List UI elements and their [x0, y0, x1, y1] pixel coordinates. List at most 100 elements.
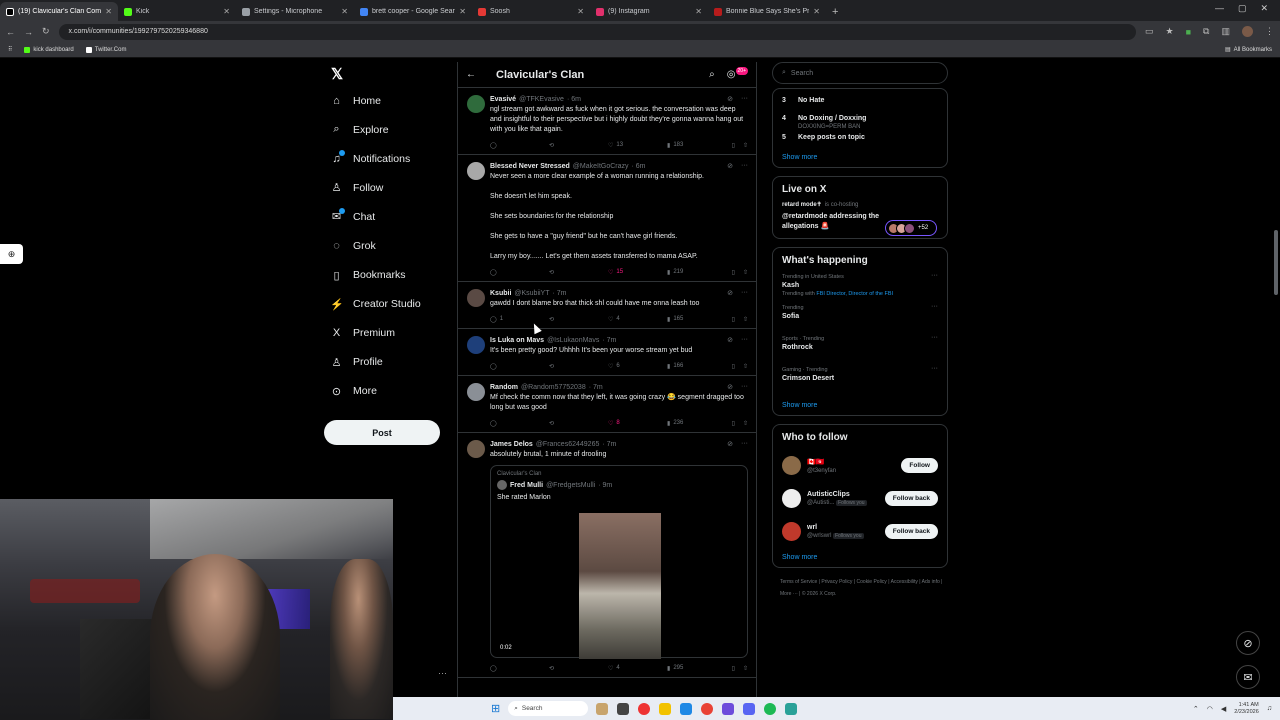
- nav-item-premium[interactable]: X Premium: [322, 319, 446, 348]
- community-rule[interactable]: 3 No Hate: [782, 93, 938, 111]
- more-options-icon[interactable]: ···: [741, 289, 748, 297]
- nav-item-explore[interactable]: ⌕ Explore: [322, 115, 446, 144]
- search-input[interactable]: ⌕ Search: [772, 62, 948, 84]
- views-icon[interactable]: ▮ 236: [667, 420, 727, 427]
- tab-close-icon[interactable]: ✕: [695, 7, 702, 16]
- repost-icon[interactable]: ⟲: [549, 363, 608, 370]
- tweet-avatar[interactable]: [467, 162, 485, 180]
- views-icon[interactable]: ▮ 166: [667, 363, 727, 370]
- reply-icon[interactable]: ◯: [490, 665, 549, 672]
- tab-close-icon[interactable]: ✕: [813, 7, 820, 16]
- trend-item[interactable]: Gaming · Trending Crimson Desert ···: [782, 365, 938, 396]
- like-icon[interactable]: ♡ 8: [608, 420, 667, 427]
- forward-icon[interactable]: →: [24, 27, 33, 37]
- views-icon[interactable]: ▮ 165: [667, 316, 727, 323]
- browser-profile-avatar[interactable]: [1242, 26, 1253, 37]
- repost-icon[interactable]: ⟲: [549, 316, 608, 323]
- trend-more-icon[interactable]: ···: [931, 365, 938, 372]
- footer-link[interactable]: Ads info: [922, 579, 940, 585]
- share-icon[interactable]: ⇧: [743, 363, 748, 370]
- bookmark-icon[interactable]: ▯: [732, 142, 735, 149]
- views-icon[interactable]: ▮ 295: [667, 665, 727, 672]
- tweet-handle[interactable]: @IsLukaonMavs: [547, 337, 599, 344]
- live-stream-title[interactable]: @retardmode addressing the allegations 🚨: [782, 212, 882, 232]
- taskbar-search[interactable]: ⌕ Search: [508, 701, 589, 716]
- extension-icon[interactable]: ■: [1186, 27, 1191, 37]
- grok-explain-icon[interactable]: ⊘: [727, 95, 733, 103]
- follow-avatar[interactable]: [782, 522, 801, 541]
- rules-show-more-link[interactable]: Show more: [782, 154, 938, 161]
- repost-icon[interactable]: ⟲: [549, 420, 608, 427]
- footer-link[interactable]: More ···: [780, 591, 798, 597]
- tweet-avatar[interactable]: [467, 289, 485, 307]
- edge-icon[interactable]: [680, 702, 693, 715]
- follow-avatar[interactable]: [782, 489, 801, 508]
- tweet-handle[interactable]: @TFKEvasive: [519, 96, 564, 103]
- nav-item-follow[interactable]: ♙ Follow: [322, 173, 446, 202]
- tweet-avatar[interactable]: [467, 383, 485, 401]
- overlay-more-icon[interactable]: ···: [438, 668, 447, 678]
- follow-button[interactable]: Follow back: [884, 524, 938, 539]
- trend-item[interactable]: Trending in United States Kash Trending wi…: [782, 272, 938, 303]
- footer-link[interactable]: Accessibility: [891, 579, 918, 585]
- views-icon[interactable]: ▮ 219: [667, 269, 727, 276]
- reply-icon[interactable]: ◯: [490, 420, 549, 427]
- bookmark-icon[interactable]: ▯: [732, 269, 735, 276]
- more-options-icon[interactable]: ···: [741, 440, 748, 448]
- browser-tab[interactable]: brett cooper - Google Search ✕: [354, 2, 472, 21]
- grok-explain-icon[interactable]: ⊘: [727, 162, 733, 170]
- grok-fab-icon[interactable]: ⊘: [1236, 631, 1260, 655]
- quote-video[interactable]: [579, 513, 661, 659]
- trend-subtitle-link[interactable]: FBI Director, Director of the FBI: [816, 291, 893, 297]
- minimize-icon[interactable]: —: [1215, 3, 1224, 14]
- search-icon[interactable]: ⌕: [709, 69, 715, 80]
- trend-item[interactable]: Sports · Trending Rothrock ···: [782, 334, 938, 365]
- tweet-time[interactable]: · 7m: [602, 441, 616, 448]
- footer-link[interactable]: Terms of Service: [780, 579, 817, 585]
- chrome-icon[interactable]: [701, 702, 714, 715]
- messages-fab-icon[interactable]: ✉: [1236, 665, 1260, 689]
- follow-button[interactable]: Follow: [901, 458, 938, 473]
- nav-item-home[interactable]: ⌂ Home: [322, 86, 446, 115]
- browser-tab[interactable]: Settings - Microphone ✕: [236, 2, 354, 21]
- tweet[interactable]: James Delos @Frances62449265 · 7m ⊘ ··· absol…: [458, 433, 756, 678]
- grok-explain-icon[interactable]: ⊘: [727, 289, 733, 297]
- url-field[interactable]: x.com/i/communities/1992797520259346880: [58, 23, 1137, 40]
- tweet-author-name[interactable]: Ksubii: [490, 290, 511, 297]
- tab-close-icon[interactable]: ✕: [577, 7, 584, 16]
- close-window-icon[interactable]: ✕: [1260, 3, 1268, 14]
- tray-chevron-icon[interactable]: ⌃: [1193, 705, 1199, 713]
- app-icon[interactable]: [785, 702, 798, 715]
- quoted-tweet[interactable]: Clavicular's Clan Fred Mulli @FredgetsMull…: [490, 465, 748, 659]
- tweet-time[interactable]: · 6m: [567, 96, 581, 103]
- reply-icon[interactable]: ◯: [490, 142, 549, 149]
- nav-item-more[interactable]: ⊙ More: [322, 377, 446, 406]
- follow-suggestion[interactable]: wrl @wrlswrl Follows you Follow back: [782, 515, 938, 548]
- more-options-icon[interactable]: ···: [741, 162, 748, 170]
- back-icon[interactable]: ←: [6, 27, 15, 37]
- tab-close-icon[interactable]: ✕: [223, 7, 230, 16]
- live-listeners-pill[interactable]: +52: [885, 220, 937, 236]
- nav-item-creator-studio[interactable]: ⚡ Creator Studio: [322, 290, 446, 319]
- browser-menu-icon[interactable]: ⋮: [1265, 26, 1274, 37]
- follow-avatar[interactable]: [782, 456, 801, 475]
- tweet-handle[interactable]: @Random57752038: [521, 384, 586, 391]
- views-icon[interactable]: ▮ 183: [667, 142, 727, 149]
- tweet[interactable]: Blessed Never Stressed @MakeItGoCrazy · 6m…: [458, 155, 756, 282]
- page-scrollbar[interactable]: [1274, 230, 1278, 295]
- tweet-time[interactable]: · 6m: [632, 163, 646, 170]
- tab-close-icon[interactable]: ✕: [459, 7, 466, 16]
- cast-icon[interactable]: ▭: [1145, 26, 1154, 37]
- like-icon[interactable]: ♡ 6: [608, 363, 667, 370]
- repost-icon[interactable]: ⟲: [549, 269, 608, 276]
- trend-more-icon[interactable]: ···: [931, 303, 938, 310]
- taskbar-widget-icon[interactable]: [596, 702, 609, 715]
- follow-suggestion[interactable]: 🇨🇦🇹🇳 @t3enyfan Follow: [782, 449, 938, 482]
- tweet-author-name[interactable]: Is Luka on Mavs: [490, 337, 544, 344]
- trends-show-more-link[interactable]: Show more: [782, 402, 938, 409]
- task-view-icon[interactable]: [617, 702, 630, 715]
- reply-icon[interactable]: ◯ 1: [490, 316, 549, 323]
- tweet-handle[interactable]: @MakeItGoCrazy: [573, 163, 629, 170]
- zoom-widget-icon[interactable]: ⊕: [0, 244, 23, 264]
- file-explorer-icon[interactable]: [659, 702, 672, 715]
